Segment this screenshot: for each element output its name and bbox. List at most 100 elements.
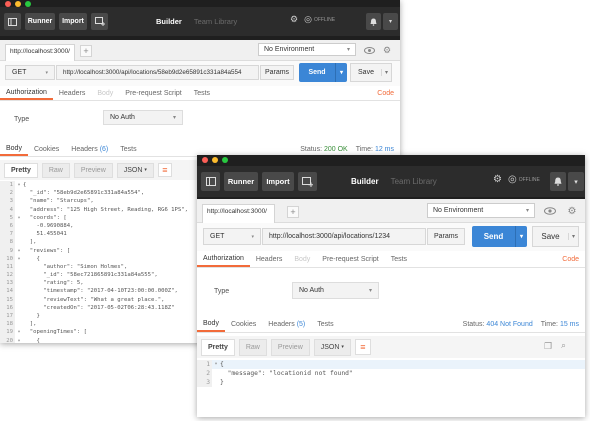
sidebar-toggle-icon[interactable] [201,172,220,191]
tab-tests[interactable]: Tests [188,86,216,100]
tab-body[interactable]: Body [91,86,119,100]
minimize-dot[interactable] [212,157,218,163]
maximize-dot[interactable] [222,157,228,163]
chevron-down-icon[interactable]: ▾ [515,226,527,247]
send-button[interactable]: Send ▾ [299,63,347,82]
fold-toggle-icon[interactable]: ▾ [15,181,23,189]
gear-icon[interactable]: ⚙ [564,203,580,219]
request-tab[interactable]: http://localhost:3000/ [5,44,75,61]
chevron-down-icon[interactable]: ▾ [335,63,347,82]
format-select[interactable]: JSON ▾ [313,338,351,356]
chevron-down-icon[interactable]: ▾ [381,69,391,76]
wrap-icon[interactable]: ≡ [157,163,172,177]
fold-toggle-icon[interactable] [15,271,23,279]
raw-button[interactable]: Raw [238,338,267,356]
send-button[interactable]: Send ▾ [472,226,527,247]
fold-toggle-icon[interactable] [15,230,23,238]
search-icon[interactable]: ⌕ [561,340,566,351]
satellite-icon[interactable]: ⚙ [290,14,298,25]
fold-toggle-icon[interactable] [15,189,23,197]
fold-toggle-icon[interactable] [15,304,23,312]
tab-response-body[interactable]: Body [0,142,28,156]
tab-team-library[interactable]: Team Library [385,177,443,186]
tab-pre-request-script[interactable]: Pre-request Script [119,86,187,100]
pretty-button[interactable]: Pretty [4,162,38,178]
fold-toggle-icon[interactable] [212,378,220,387]
pretty-button[interactable]: Pretty [201,338,235,356]
fold-toggle-icon[interactable] [15,222,23,230]
code-link[interactable]: Code [377,90,394,97]
wrap-icon[interactable]: ≡ [354,339,371,355]
bell-icon[interactable] [366,13,381,30]
environment-select[interactable]: No Environment ▾ [258,43,356,56]
params-button[interactable]: Params [427,228,465,245]
fold-toggle-icon[interactable] [15,279,23,287]
tab-headers[interactable]: Headers [250,251,288,267]
tab-response-body[interactable]: Body [197,316,225,332]
tab-cookies[interactable]: Cookies [28,142,65,156]
auth-type-select[interactable]: No Auth ▾ [103,110,183,125]
tab-response-headers[interactable]: Headers (5) [262,316,311,332]
method-select[interactable]: GET ▾ [203,228,261,245]
tab-authorization[interactable]: Authorization [0,86,53,100]
close-dot[interactable] [202,157,208,163]
request-tab[interactable]: http://localhost:3000/ [202,204,275,223]
eye-icon[interactable] [542,203,558,219]
import-button[interactable]: Import [262,172,294,191]
tab-pre-request-script[interactable]: Pre-request Script [316,251,384,267]
copy-icon[interactable]: ❐ [544,341,552,352]
sync-status[interactable]: ◎ OFFLINE [508,174,540,185]
save-button[interactable]: Save ▾ [350,63,392,82]
tab-cookies[interactable]: Cookies [225,316,262,332]
fold-toggle-icon[interactable]: ▾ [15,247,23,255]
sync-status[interactable]: ◎ OFFLINE [304,14,335,25]
eye-icon[interactable] [362,43,376,57]
fold-toggle-icon[interactable] [15,238,23,246]
environment-select[interactable]: No Environment ▾ [427,203,535,218]
runner-button[interactable]: Runner [224,172,258,191]
sidebar-toggle-icon[interactable] [4,13,21,30]
fold-toggle-icon[interactable] [15,312,23,320]
fold-toggle-icon[interactable]: ▾ [15,214,23,222]
fold-toggle-icon[interactable] [15,197,23,205]
url-input[interactable]: http://localhost:3000/api/locations/58eb… [56,65,259,80]
chevron-down-icon[interactable]: ▾ [568,172,584,191]
save-button[interactable]: Save ▾ [532,226,579,247]
auth-type-select[interactable]: No Auth ▾ [292,282,379,299]
import-button[interactable]: Import [59,13,87,30]
format-select[interactable]: JSON ▾ [116,162,154,178]
preview-button[interactable]: Preview [270,338,310,356]
bell-icon[interactable] [550,172,566,191]
fold-toggle-icon[interactable] [212,369,220,378]
tab-response-headers[interactable]: Headers (6) [65,142,114,156]
fold-toggle-icon[interactable]: ▾ [212,360,220,369]
preview-button[interactable]: Preview [73,162,113,178]
chevron-down-icon[interactable]: ▾ [383,13,398,30]
tab-team-library[interactable]: Team Library [188,17,243,26]
fold-toggle-icon[interactable] [15,320,23,328]
fold-toggle-icon[interactable]: ▾ [15,328,23,336]
tab-body[interactable]: Body [288,251,316,267]
fold-toggle-icon[interactable] [15,206,23,214]
tab-test-results[interactable]: Tests [114,142,142,156]
tab-headers[interactable]: Headers [53,86,91,100]
runner-button[interactable]: Runner [25,13,55,30]
new-tab-icon[interactable] [298,172,317,191]
tab-tests[interactable]: Tests [385,251,413,267]
add-tab-button[interactable]: + [287,206,299,218]
fold-toggle-icon[interactable]: ▾ [15,337,23,343]
tab-test-results[interactable]: Tests [311,316,339,332]
new-tab-icon[interactable] [91,13,108,30]
fold-toggle-icon[interactable]: ▾ [15,255,23,263]
fold-toggle-icon[interactable] [15,296,23,304]
tab-builder[interactable]: Builder [345,177,385,186]
tab-builder[interactable]: Builder [150,17,188,26]
method-select[interactable]: GET ▾ [5,65,55,80]
fold-toggle-icon[interactable] [15,287,23,295]
code-link[interactable]: Code [562,256,579,263]
response-body-viewer[interactable]: 1 ▾{2 "message": "locationid not found" 3} [197,360,585,417]
chevron-down-icon[interactable]: ▾ [568,233,578,240]
satellite-icon[interactable]: ⚙ [493,174,502,185]
gear-icon[interactable]: ⚙ [380,43,394,57]
add-tab-button[interactable]: + [80,45,92,57]
